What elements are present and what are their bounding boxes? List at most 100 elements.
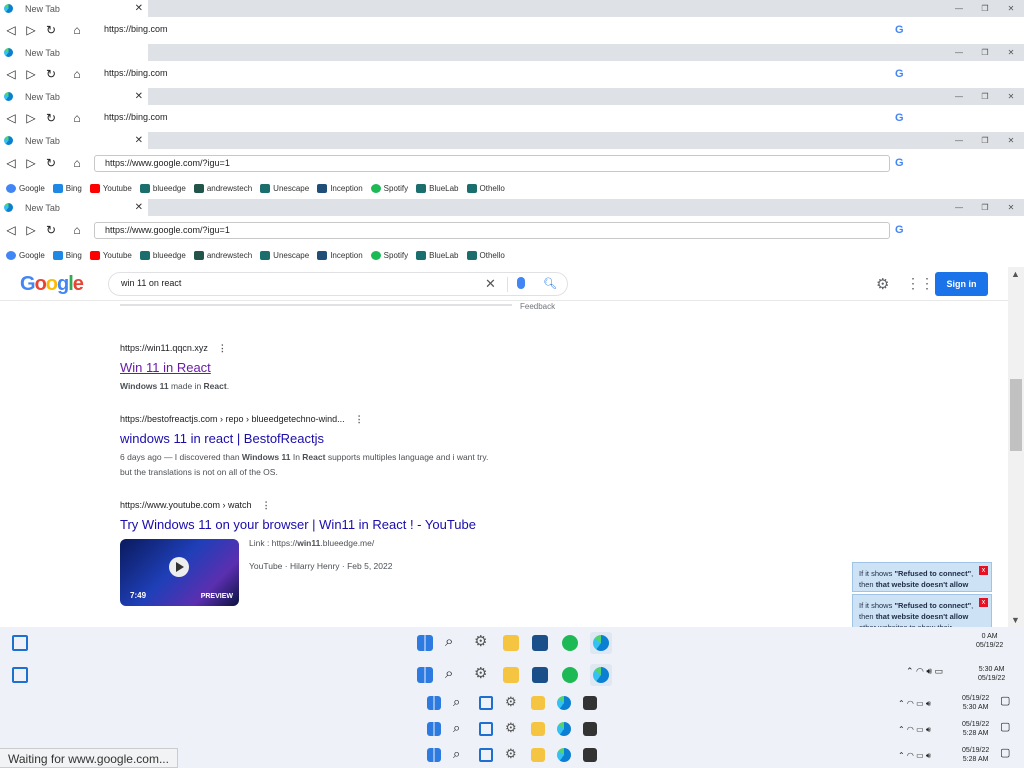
bookmark-youtube[interactable]: Youtube (89, 183, 132, 193)
search-input[interactable]: win 11 on react (121, 278, 181, 288)
bookmark-andrewstech[interactable]: andrewstech (193, 250, 252, 260)
result-title[interactable]: windows 11 in react | BestofReactjs (120, 431, 540, 446)
start-icon[interactable] (427, 696, 441, 710)
clock[interactable]: 0 AM 05/19/22 (976, 632, 1003, 650)
bookmark-andrewstech[interactable]: andrewstech (193, 183, 252, 193)
bookmark-inception[interactable]: Inception (317, 183, 363, 193)
google-icon[interactable]: G (895, 68, 904, 80)
reload-icon[interactable]: ↻ (44, 23, 58, 37)
mic-icon[interactable] (517, 277, 525, 289)
maximize-icon[interactable]: ❐ (972, 4, 998, 13)
clock[interactable]: 5:30 AM 05/19/22 (978, 665, 1005, 683)
settings-icon[interactable]: ⚙ (505, 747, 521, 763)
store-icon[interactable] (532, 667, 548, 683)
scroll-thumb[interactable] (1010, 379, 1022, 451)
clock[interactable]: 05/19/22 5:30 AM (962, 694, 989, 712)
close-icon[interactable]: x (979, 566, 988, 575)
home-icon[interactable]: ⌂ (70, 67, 84, 81)
file-explorer-icon[interactable] (531, 748, 545, 762)
google-logo[interactable]: Google (20, 273, 84, 296)
browser-tab[interactable]: New Tab (0, 44, 148, 61)
minimize-icon[interactable]: — (946, 92, 972, 101)
close-window-icon[interactable]: ✕ (998, 4, 1024, 13)
search-icon[interactable]: ⌕ (445, 634, 461, 650)
spotify-icon[interactable] (562, 635, 578, 651)
close-tab-icon[interactable]: ✕ (135, 202, 143, 213)
bookmark-bing[interactable]: Bing (52, 183, 82, 193)
forward-icon[interactable]: ▷ (24, 223, 38, 237)
reload-icon[interactable]: ↻ (44, 67, 58, 81)
minimize-icon[interactable]: — (946, 136, 972, 145)
scroll-up-icon[interactable]: ▲ (1011, 269, 1020, 279)
home-icon[interactable]: ⌂ (70, 156, 84, 170)
video-thumbnail[interactable]: 7:49 PREVIEW (120, 539, 239, 606)
browser-tab[interactable]: New Tab ✕ (0, 0, 148, 17)
bookmark-bluelab[interactable]: BlueLab (416, 183, 459, 193)
bookmark-inception[interactable]: Inception (317, 250, 363, 260)
sign-in-button[interactable]: Sign in (935, 272, 988, 296)
feedback-link[interactable]: Feedback (520, 302, 555, 311)
start-icon[interactable] (417, 667, 433, 683)
store-icon[interactable] (532, 635, 548, 651)
edge-taskbar-icon[interactable] (590, 632, 612, 654)
store-icon[interactable] (583, 748, 597, 762)
bookmark-google[interactable]: Google (6, 250, 45, 260)
maximize-icon[interactable]: ❐ (972, 92, 998, 101)
settings-icon[interactable]: ⚙ (474, 634, 490, 650)
google-icon[interactable]: G (895, 112, 904, 124)
more-options-icon[interactable]: ⋮ (355, 414, 364, 424)
file-explorer-icon[interactable] (503, 635, 519, 651)
close-tab-icon[interactable]: ✕ (135, 91, 143, 102)
play-icon[interactable] (169, 557, 189, 577)
back-icon[interactable]: ◁ (4, 23, 18, 37)
bookmark-unescape[interactable]: Unescape (260, 250, 309, 260)
start-icon[interactable] (417, 635, 433, 651)
google-icon[interactable]: G (895, 24, 904, 36)
home-icon[interactable]: ⌂ (70, 111, 84, 125)
tray-icons[interactable]: ⌃ ◠ ▭ 🔊︎ (898, 725, 931, 734)
tray-icons[interactable]: ⌃ ◠ ▭ 🔊︎ (898, 699, 931, 708)
url-field[interactable]: https://bing.com (104, 24, 168, 34)
search-icon[interactable]: ⌕ (453, 747, 469, 763)
settings-icon[interactable]: ⚙ (474, 666, 490, 682)
url-field[interactable]: https://bing.com (104, 68, 168, 78)
store-icon[interactable] (583, 696, 597, 710)
tray-icons[interactable]: ⌃ ◠ ▭ 🔊︎ (898, 751, 931, 760)
bookmark-blueedge[interactable]: blueedge (139, 250, 186, 260)
file-explorer-icon[interactable] (503, 667, 519, 683)
maximize-icon[interactable]: ❐ (972, 48, 998, 57)
back-icon[interactable]: ◁ (4, 67, 18, 81)
browser-tab[interactable]: New Tab ✕ (0, 88, 148, 105)
widgets-icon[interactable] (479, 696, 493, 710)
start-icon[interactable] (427, 748, 441, 762)
bookmark-bing[interactable]: Bing (52, 250, 82, 260)
settings-icon[interactable]: ⚙ (876, 275, 889, 293)
store-icon[interactable] (583, 722, 597, 736)
start-icon[interactable] (427, 722, 441, 736)
bookmark-bluelab[interactable]: BlueLab (416, 250, 459, 260)
close-icon[interactable]: x (979, 598, 988, 607)
settings-icon[interactable]: ⚙ (505, 721, 521, 737)
close-window-icon[interactable]: ✕ (998, 48, 1024, 57)
forward-icon[interactable]: ▷ (24, 111, 38, 125)
bookmark-unescape[interactable]: Unescape (260, 183, 309, 193)
address-bar[interactable]: https://www.google.com/?igu=1 (94, 155, 890, 172)
browser-tab[interactable]: New Tab ✕ (0, 199, 148, 216)
reload-icon[interactable]: ↻ (44, 156, 58, 170)
close-window-icon[interactable]: ✕ (998, 136, 1024, 145)
widgets-icon[interactable] (479, 722, 493, 736)
edge-taskbar-icon[interactable] (557, 748, 571, 762)
edge-taskbar-icon[interactable] (557, 696, 571, 710)
back-icon[interactable]: ◁ (4, 156, 18, 170)
reload-icon[interactable]: ↻ (44, 223, 58, 237)
close-tab-icon[interactable]: ✕ (135, 135, 143, 146)
close-window-icon[interactable]: ✕ (998, 92, 1024, 101)
home-icon[interactable]: ⌂ (70, 223, 84, 237)
spotify-icon[interactable] (562, 667, 578, 683)
home-icon[interactable]: ⌂ (70, 23, 84, 37)
clock[interactable]: 05/19/22 5:28 AM (962, 720, 989, 738)
browser-tab[interactable]: New Tab ✕ (0, 132, 148, 149)
reload-icon[interactable]: ↻ (44, 111, 58, 125)
bookmark-spotify[interactable]: Spotify (370, 250, 408, 260)
bookmark-othello[interactable]: Othello (466, 183, 505, 193)
